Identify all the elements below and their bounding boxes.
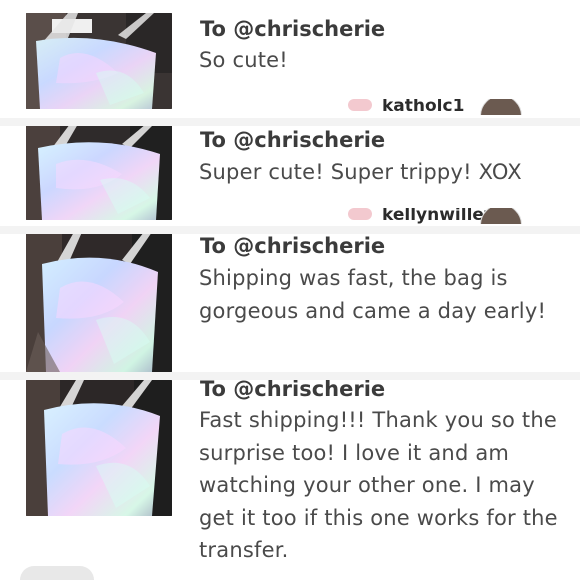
product-thumbnail[interactable] bbox=[26, 234, 172, 372]
bag-image bbox=[26, 13, 172, 109]
comment-text: Super cute! Super trippy! XOX bbox=[199, 160, 522, 184]
product-thumbnail[interactable] bbox=[26, 380, 172, 516]
comment-username[interactable]: katholc1 bbox=[382, 99, 464, 115]
recipient-line: To @chrischerie bbox=[200, 234, 386, 258]
bag-image bbox=[26, 234, 172, 372]
comment-card: To @chrischerie So cute! katholc1 bbox=[0, 0, 580, 118]
comment-meta: katholc1 bbox=[348, 99, 558, 115]
comment-meta: kellynwilley bbox=[348, 208, 558, 224]
comment-card: To @chrischerie Fast shipping!!! Thank y… bbox=[0, 380, 580, 580]
bag-image bbox=[26, 126, 172, 220]
divider bbox=[0, 118, 580, 126]
heart-icon[interactable] bbox=[348, 208, 372, 220]
product-thumbnail[interactable] bbox=[26, 13, 172, 109]
recipient-line: To @chrischerie bbox=[200, 17, 386, 41]
product-thumbnail[interactable] bbox=[26, 126, 172, 220]
comment-card: To @chrischerie Shipping was fast, the b… bbox=[0, 234, 580, 372]
avatar[interactable] bbox=[480, 208, 522, 224]
comment-username[interactable]: kellynwilley bbox=[382, 208, 495, 224]
comment-text: So cute! bbox=[199, 48, 288, 72]
recipient-line: To @chrischerie bbox=[200, 380, 386, 401]
comment-text: Shipping was fast, the bag is gorgeous a… bbox=[199, 266, 547, 323]
comment-card: To @chrischerie Super cute! Super trippy… bbox=[0, 126, 580, 226]
divider bbox=[0, 372, 580, 380]
divider bbox=[0, 226, 580, 234]
comment-text: Fast shipping!!! Thank you so the surpri… bbox=[199, 408, 558, 562]
pill-button[interactable] bbox=[20, 566, 94, 580]
bag-image bbox=[26, 380, 172, 516]
avatar[interactable] bbox=[480, 99, 522, 115]
recipient-line: To @chrischerie bbox=[200, 128, 386, 152]
heart-icon[interactable] bbox=[348, 99, 372, 111]
